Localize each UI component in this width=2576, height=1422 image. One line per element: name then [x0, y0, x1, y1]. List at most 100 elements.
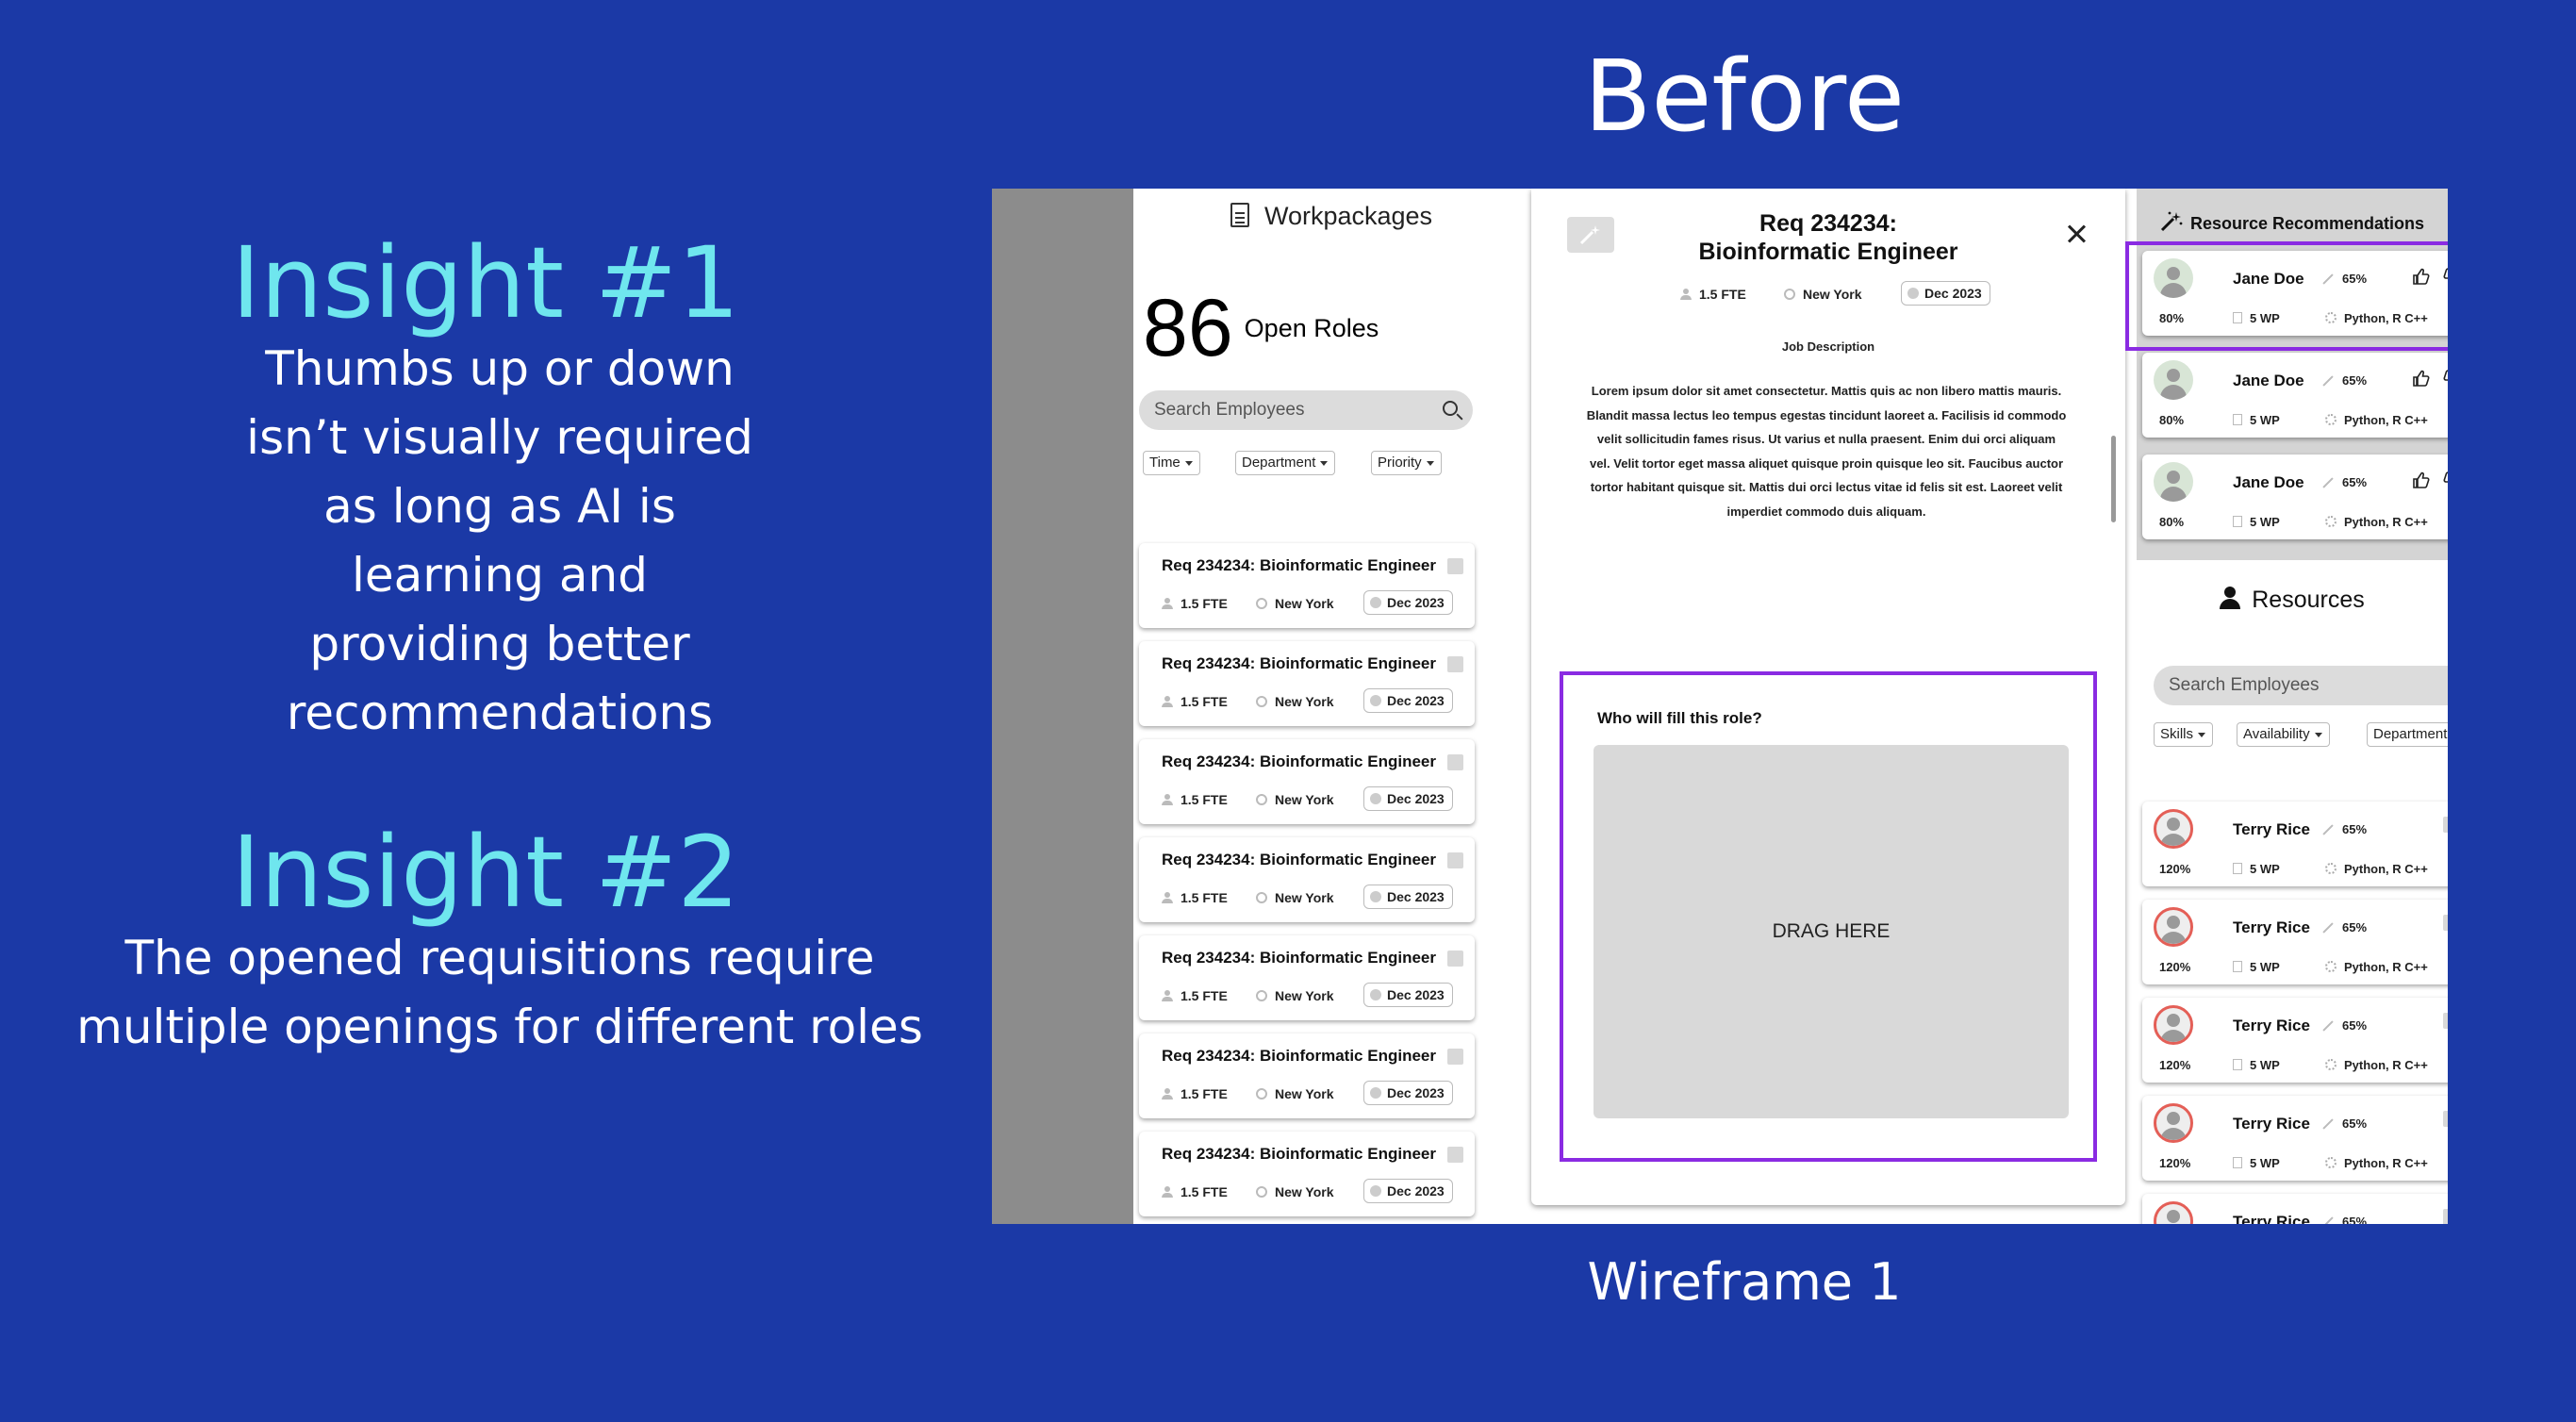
requisition-card[interactable]: Req 234234: Bioinformatic Engineer 1.5 FT… [1139, 641, 1475, 726]
workpackage-count: 5 WP [2233, 1156, 2280, 1170]
location-value: New York [1275, 890, 1334, 905]
slide-heading: Before [1583, 39, 1906, 154]
date-dot-icon [1370, 1087, 1381, 1099]
date-value: Dec 2023 [1387, 693, 1445, 708]
search-icon[interactable] [1443, 401, 1458, 416]
magic-wand-icon [2322, 922, 2334, 934]
document-icon [1230, 203, 1249, 227]
file-icon [2233, 1157, 2242, 1168]
requisition-card[interactable]: Req 234234: Bioinformatic Engineer 1.5 FT… [1139, 935, 1475, 1020]
date-dot-icon [1370, 891, 1381, 902]
select-checkbox[interactable] [2443, 1111, 2448, 1127]
workpackages-title: Workpackages [1263, 202, 1433, 230]
requisition-card-title: Req 234234: Bioinformatic Engineer [1162, 851, 1436, 868]
thumbs-up-icon[interactable] [2408, 468, 2433, 492]
requisition-card[interactable]: Req 234234: Bioinformatic Engineer 1.5 FT… [1139, 1132, 1475, 1216]
filter-department[interactable]: Department [2367, 722, 2448, 747]
filter-skills[interactable]: Skills [2154, 722, 2214, 747]
select-checkbox[interactable] [1447, 558, 1463, 574]
resource-card[interactable]: Terry Rice 65% 120% 5 WP Python, R C++ [2142, 998, 2448, 1083]
filter-department[interactable]: Department [1235, 451, 1336, 475]
close-icon[interactable] [2065, 223, 2088, 245]
thumbs-down-icon[interactable] [2440, 468, 2448, 492]
fill-role-highlight: Who will fill this role? DRAG HERE [1560, 671, 2097, 1162]
requisition-card-fte: 1.5 FTE [1162, 1086, 1228, 1101]
search-placeholder: Search Employees [1154, 400, 1305, 420]
workpackage-count: 5 WP [2233, 1058, 2280, 1072]
location-value: New York [1275, 694, 1334, 709]
filter-priority[interactable]: Priority [1371, 451, 1442, 475]
workpackage-count: 5 WP [2233, 515, 2280, 529]
date-dot-icon [1370, 793, 1381, 804]
requisition-card-title: Req 234234: Bioinformatic Engineer [1162, 654, 1436, 672]
globe-icon [1256, 892, 1267, 903]
thumbs-down-icon[interactable] [2440, 366, 2448, 390]
left-nav-strip [992, 189, 1133, 1224]
wp-value: 5 WP [2250, 413, 2280, 427]
resource-name: Terry Rice [2233, 820, 2310, 838]
date-dot-icon [1907, 288, 1919, 299]
date-value: Dec 2023 [1387, 987, 1445, 1002]
filter-time[interactable]: Time [1143, 451, 1200, 475]
file-icon [2233, 1059, 2242, 1070]
skills-value: Python, R C++ [2344, 413, 2428, 427]
requisition-card-location: New York [1256, 1184, 1334, 1199]
select-checkbox[interactable] [1447, 656, 1463, 672]
requisition-card[interactable]: Req 234234: Bioinformatic Engineer 1.5 FT… [1139, 837, 1475, 922]
resource-card[interactable]: Terry Rice 65% 120% 5 WP Python, R C++ [2142, 900, 2448, 984]
resource-card[interactable]: Terry Rice 65% 120% 5 WP Python, R C++ [2142, 1096, 2448, 1181]
skills: Python, R C++ [2325, 413, 2428, 427]
wp-value: 5 WP [2250, 960, 2280, 974]
match-value: 65% [2342, 920, 2368, 934]
wireframe-screenshot: Workpackages 86 Open Roles Search Employe… [992, 189, 2448, 1224]
skills: Python, R C++ [2325, 1058, 2428, 1072]
resources-search-input[interactable]: Search Employees [2154, 666, 2448, 705]
file-icon [2233, 863, 2242, 874]
requisition-card-date: Dec 2023 [1363, 786, 1453, 811]
select-checkbox[interactable] [1447, 852, 1463, 868]
globe-icon [1256, 794, 1267, 805]
select-checkbox[interactable] [1447, 1049, 1463, 1065]
insight-1: Insight #1 Thumbs up or down isn’t visua… [0, 231, 999, 748]
location-value: New York [1275, 1086, 1334, 1101]
select-checkbox[interactable] [2443, 915, 2448, 931]
recommendation-card[interactable]: Jane Doe 65% 80% 5 WP Python, R C++ [2142, 353, 2448, 438]
requisition-card[interactable]: Req 234234: Bioinformatic Engineer 1.5 FT… [1139, 1033, 1475, 1118]
globe-icon [1256, 1186, 1267, 1198]
workpackages-search-input[interactable]: Search Employees [1139, 390, 1473, 430]
select-checkbox[interactable] [1447, 754, 1463, 770]
thumbs-up-icon[interactable] [2408, 366, 2433, 390]
capacity-value: 120% [2159, 862, 2191, 876]
job-description-text: Lorem ipsum dolor sit amet consectetur. … [1586, 384, 2067, 519]
recommendation-card[interactable]: Jane Doe 65% 80% 5 WP Python, R C++ [2142, 455, 2448, 539]
skills: Python, R C++ [2325, 515, 2428, 529]
requisition-card[interactable]: Req 234234: Bioinformatic Engineer 1.5 FT… [1139, 543, 1475, 628]
globe-icon [1784, 289, 1795, 300]
workpackage-count: 5 WP [2233, 862, 2280, 876]
date-value: Dec 2023 [1387, 889, 1445, 904]
wireframe-caption: Wireframe 1 [1587, 1252, 1902, 1312]
requisition-role: Bioinformatic Engineer [1698, 239, 1958, 265]
select-checkbox[interactable] [1447, 1147, 1463, 1163]
filter-availability[interactable]: Availability [2237, 722, 2330, 747]
magic-wand-icon [2322, 1118, 2334, 1130]
drag-drop-zone[interactable]: DRAG HERE [1593, 745, 2069, 1118]
recommendations-header: Resource Recommendations [2137, 211, 2448, 234]
wp-value: 5 WP [2250, 1058, 2280, 1072]
avatar [2154, 907, 2193, 947]
requisition-card-fte: 1.5 FTE [1162, 792, 1228, 807]
detail-scrollbar[interactable] [2111, 436, 2116, 522]
match-value: 65% [2342, 1215, 2368, 1224]
capacity-value: 120% [2159, 960, 2191, 974]
requisition-card-title: Req 234234: Bioinformatic Engineer [1162, 1145, 1436, 1163]
select-checkbox[interactable] [2443, 817, 2448, 833]
match-value: 65% [2342, 1018, 2368, 1033]
resource-card[interactable]: Terry Rice 65% 120% 5 WP Python, R C++ [2142, 802, 2448, 886]
insight-2-body: The opened requisitions require multiple… [76, 931, 923, 1054]
select-checkbox[interactable] [1447, 951, 1463, 967]
select-checkbox[interactable] [2443, 1013, 2448, 1029]
resource-card[interactable]: Terry Rice 65% [2142, 1194, 2448, 1224]
select-checkbox[interactable] [2443, 1209, 2448, 1224]
requisition-card[interactable]: Req 234234: Bioinformatic Engineer 1.5 FT… [1139, 739, 1475, 824]
insight-2-title: Insight #2 [231, 815, 740, 930]
